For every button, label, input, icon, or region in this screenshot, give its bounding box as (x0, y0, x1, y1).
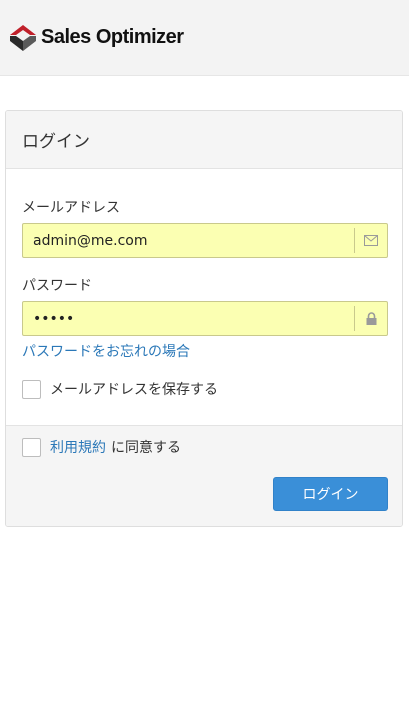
email-field-group (22, 223, 388, 258)
terms-link[interactable]: 利用規約 (50, 437, 106, 457)
lock-icon (366, 312, 376, 325)
forgot-password-link[interactable]: パスワードをお忘れの場合 (22, 341, 190, 361)
brand-name: Sales Optimizer (41, 26, 184, 48)
remember-email-label: メールアドレスを保存する (50, 382, 218, 398)
envelope-icon (364, 235, 378, 246)
login-form: メールアドレス パスワード パスワードをお忘れの場合 メー (6, 169, 402, 425)
top-bar: Sales Optimizer (0, 0, 409, 76)
password-label: パスワード (22, 278, 92, 294)
login-card-footer: 利用規約 に同意する ログイン (6, 425, 402, 526)
login-button[interactable]: ログイン (273, 477, 388, 511)
email-label: メールアドレス (22, 200, 120, 216)
password-field-group (22, 301, 388, 336)
login-card-title: ログイン (6, 111, 402, 169)
email-field[interactable] (23, 224, 354, 257)
email-addon (354, 228, 387, 253)
remember-email-row[interactable]: メールアドレスを保存する (22, 379, 218, 399)
password-addon (354, 306, 387, 331)
terms-checkbox[interactable] (22, 437, 41, 457)
brand-logo[interactable]: Sales Optimizer (8, 23, 184, 53)
terms-row: 利用規約 に同意する (22, 437, 181, 457)
password-field[interactable] (23, 302, 354, 335)
terms-suffix: に同意する (111, 440, 181, 456)
remember-email-checkbox[interactable] (22, 379, 41, 399)
brand-mark-icon (10, 24, 36, 51)
login-card: ログイン メールアドレス パスワード パスワードをお忘れの場合 (5, 110, 403, 527)
